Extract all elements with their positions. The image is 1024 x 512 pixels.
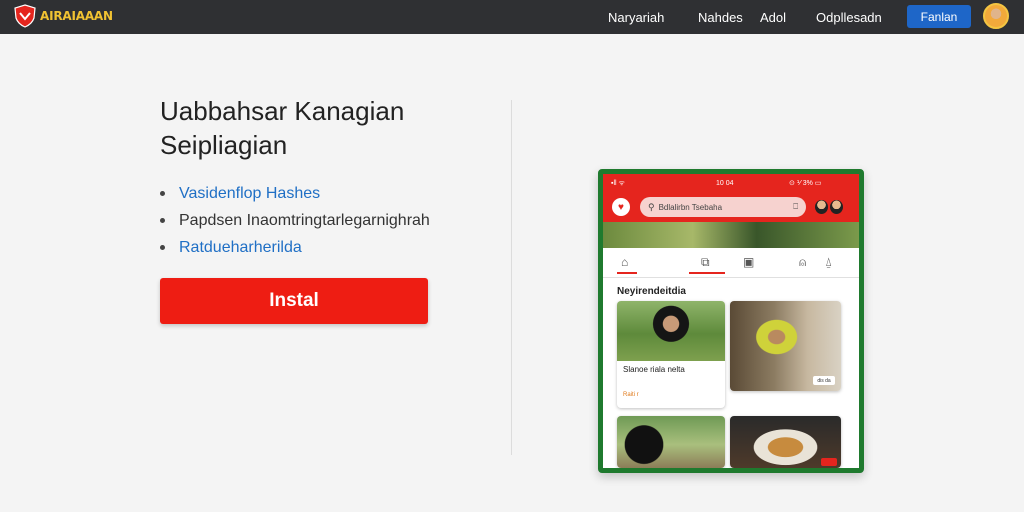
tab-indicator <box>689 272 725 274</box>
feature-item[interactable]: Vasidenflop Hashes <box>160 180 430 207</box>
hero-title-line-2: Seipliagian <box>160 130 288 160</box>
content-card[interactable]: Slanoe riala nelta Raiti r <box>617 301 725 408</box>
app-avatars <box>815 200 843 214</box>
brand-logo[interactable]: AIRAIAAAN <box>14 4 113 28</box>
battery-icon: ⊙ ⅟ 3% ▭ <box>789 180 822 187</box>
bullet-icon <box>160 245 165 250</box>
hero-title: Uabbahsar Kanagian Seipliagian <box>160 94 490 162</box>
bullet-icon <box>160 191 165 196</box>
app-search-bar[interactable]: ⚲ Bdlalirbn Tsebaha ⎕ <box>640 197 806 217</box>
phone-status-bar: ▪ll ᯤ 10 04 ⊙ ⅟ 3% ▭ <box>603 174 859 192</box>
feature-item: Papdsen Inaomtringtarlegarnighrah <box>160 207 430 234</box>
notification-icon[interactable]: ⍝ <box>799 255 806 270</box>
card-image <box>617 416 725 468</box>
nav-link-3[interactable]: Adol <box>760 0 786 34</box>
shield-logo-icon <box>14 4 36 28</box>
content-card[interactable] <box>730 416 841 468</box>
app-logo-icon[interactable]: ♥ <box>612 198 630 216</box>
phone-mockup: ▪ll ᯤ 10 04 ⊙ ⅟ 3% ▭ ♥ ⚲ Bdlalirbn Tseba… <box>598 169 864 473</box>
feature-text-2: Papdsen Inaomtringtarlegarnighrah <box>179 211 430 229</box>
nav-link-1[interactable]: Naryariah <box>608 0 664 34</box>
profile-icon[interactable]: ⍙ <box>825 255 832 270</box>
status-time: 10 04 <box>716 179 734 187</box>
header-action-button[interactable]: Fanlan <box>907 5 971 28</box>
search-icon: ⚲ <box>648 201 655 212</box>
feature-item[interactable]: Ratdueharherilda <box>160 234 430 261</box>
content-card[interactable]: dis da <box>730 301 841 391</box>
app-banner-image <box>603 222 859 248</box>
video-icon[interactable]: ⧉ <box>701 255 710 270</box>
nav-link-2[interactable]: Nahdes <box>698 0 743 34</box>
hero-title-line-1: Uabbahsar Kanagian <box>160 96 405 126</box>
signal-icon: ▪ll ᯤ <box>611 179 625 187</box>
feature-link-1[interactable]: Vasidenflop Hashes <box>179 185 320 203</box>
bookmark-icon[interactable]: ⎕ <box>793 202 798 212</box>
nav-link-4[interactable]: Odpllesadn <box>816 0 882 34</box>
app-tab-bar: ⌂ ⧉ ▣ ⍝ ⍙ <box>603 248 859 278</box>
install-button[interactable]: Instal <box>160 278 428 324</box>
tab-indicator <box>617 272 637 274</box>
search-placeholder: Bdlalirbn Tsebaha <box>658 202 723 212</box>
feature-list: Vasidenflop Hashes Papdsen Inaomtringtar… <box>160 180 430 261</box>
card-caption: Slanoe riala nelta <box>623 365 685 374</box>
feature-link-3[interactable]: Ratdueharherilda <box>179 239 302 257</box>
avatar[interactable] <box>830 200 843 214</box>
home-icon[interactable]: ⌂ <box>621 255 628 269</box>
app-header: ♥ ⚲ Bdlalirbn Tsebaha ⎕ <box>603 192 859 222</box>
content-card[interactable] <box>617 416 725 468</box>
card-chip[interactable]: dis da <box>813 376 835 385</box>
card-subtitle: Raiti r <box>623 392 639 398</box>
card-badge[interactable] <box>821 458 837 466</box>
vertical-divider <box>511 100 512 455</box>
user-avatar[interactable] <box>983 3 1009 29</box>
bullet-icon <box>160 218 165 223</box>
card-image <box>617 301 725 361</box>
section-title: Neyirendeitdia <box>617 286 686 297</box>
bag-icon[interactable]: ▣ <box>743 255 754 269</box>
top-navbar: AIRAIAAAN Naryariah Nahdes Adol Odpllesa… <box>0 0 1024 34</box>
brand-name: AIRAIAAAN <box>40 9 113 23</box>
avatar[interactable] <box>815 200 828 214</box>
